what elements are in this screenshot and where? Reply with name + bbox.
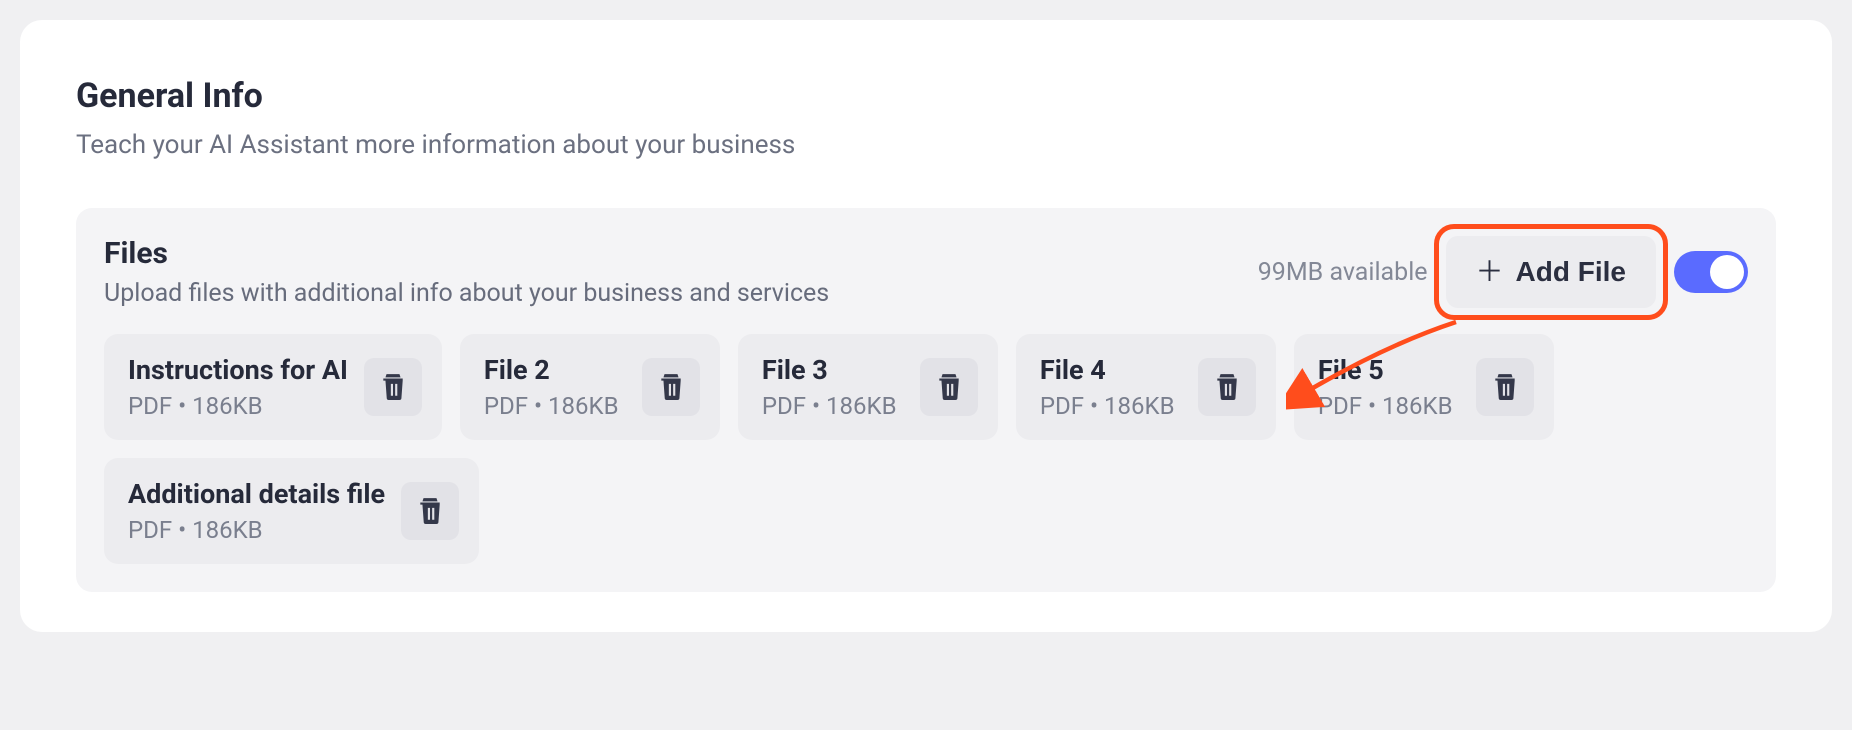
files-panel: Files Upload files with additional info … <box>76 208 1776 592</box>
add-file-button[interactable]: ＋ Add File <box>1446 236 1656 308</box>
file-name: File 5 <box>1318 354 1460 386</box>
file-card[interactable]: File 4 PDF • 186KB <box>1016 334 1276 440</box>
add-file-button-label: Add File <box>1516 256 1626 288</box>
file-meta: PDF • 186KB <box>762 392 904 420</box>
trash-icon <box>1214 372 1240 403</box>
file-meta: PDF • 186KB <box>128 516 385 544</box>
file-name: Additional details file <box>128 478 385 510</box>
files-panel-header: Files Upload files with additional info … <box>104 236 1748 308</box>
file-meta: PDF • 186KB <box>1040 392 1182 420</box>
delete-file-button[interactable] <box>1476 358 1534 416</box>
file-name: Instructions for AI <box>128 354 348 386</box>
trash-icon <box>658 372 684 403</box>
files-panel-title: Files <box>104 236 1238 271</box>
delete-file-button[interactable] <box>920 358 978 416</box>
file-meta: PDF • 186KB <box>484 392 626 420</box>
files-enable-toggle[interactable] <box>1674 251 1748 293</box>
page-subtitle: Teach your AI Assistant more information… <box>76 130 1776 160</box>
page-title: General Info <box>76 76 1776 116</box>
trash-icon <box>380 372 406 403</box>
files-panel-subtitle: Upload files with additional info about … <box>104 279 1238 308</box>
trash-icon <box>936 372 962 403</box>
trash-icon <box>417 496 443 527</box>
file-card[interactable]: Instructions for AI PDF • 186KB <box>104 334 442 440</box>
file-name: File 3 <box>762 354 904 386</box>
file-grid: Instructions for AI PDF • 186KB File 2 PDF … <box>104 334 1748 564</box>
file-card[interactable]: Additional details file PDF • 186KB <box>104 458 479 564</box>
toggle-knob <box>1710 255 1744 289</box>
file-name: File 4 <box>1040 354 1182 386</box>
delete-file-button[interactable] <box>642 358 700 416</box>
delete-file-button[interactable] <box>1198 358 1256 416</box>
file-name: File 2 <box>484 354 626 386</box>
file-card[interactable]: File 2 PDF • 186KB <box>460 334 720 440</box>
file-meta: PDF • 186KB <box>1318 392 1460 420</box>
general-info-card: General Info Teach your AI Assistant mor… <box>20 20 1832 632</box>
file-card[interactable]: File 3 PDF • 186KB <box>738 334 998 440</box>
delete-file-button[interactable] <box>401 482 459 540</box>
file-card[interactable]: File 5 PDF • 186KB <box>1294 334 1554 440</box>
trash-icon <box>1492 372 1518 403</box>
storage-available: 99MB available <box>1258 258 1428 287</box>
file-meta: PDF • 186KB <box>128 392 348 420</box>
plus-icon: ＋ <box>1476 258 1504 286</box>
delete-file-button[interactable] <box>364 358 422 416</box>
